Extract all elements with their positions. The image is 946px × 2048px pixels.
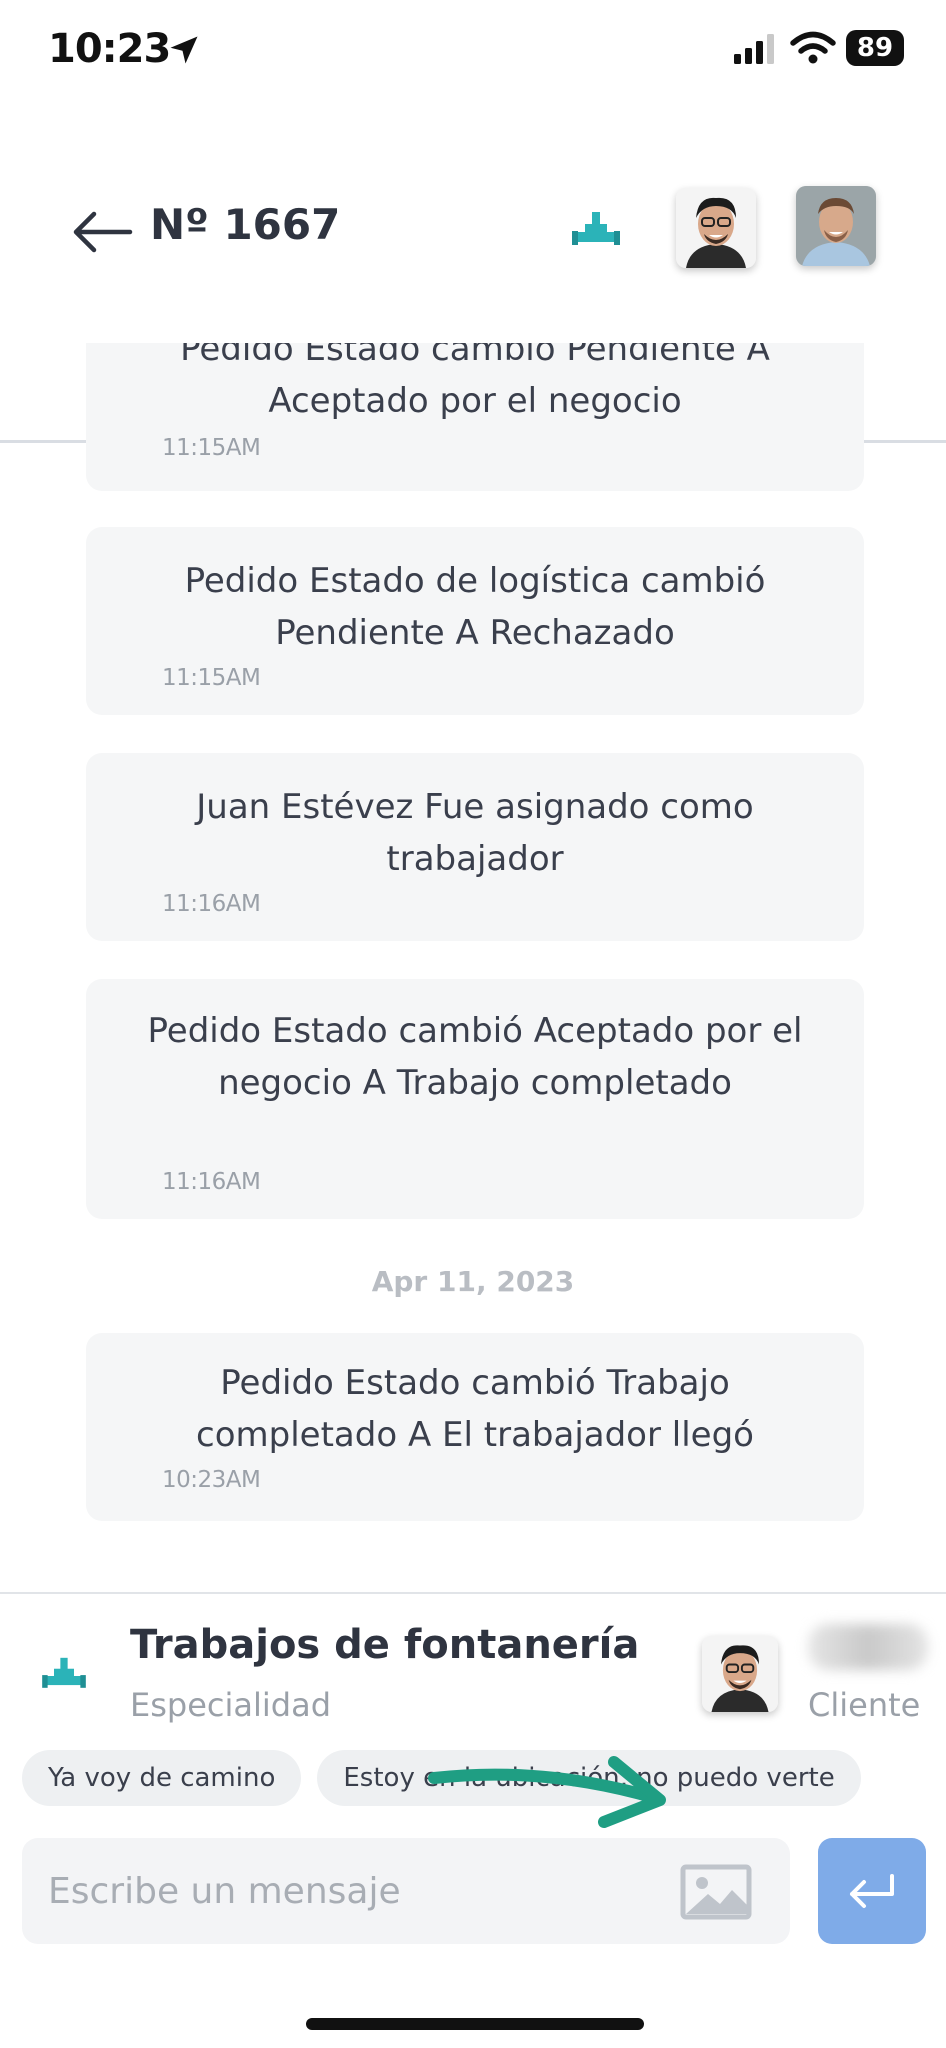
message-text: Pedido Estado cambió Trabajo completado … <box>196 1363 754 1455</box>
message-input[interactable] <box>48 1838 608 1944</box>
send-button[interactable] <box>818 1838 926 1944</box>
quick-reply-chip[interactable]: Ya voy de camino <box>22 1750 302 1806</box>
client-photo <box>796 186 876 266</box>
message-list[interactable]: Pedido Estado cambio Pendiente A Aceptad… <box>0 343 946 1593</box>
system-message: Pedido Estado cambió Trabajo completado … <box>86 1333 864 1521</box>
composer-panel: Trabajos de fontanería Especialidad Clie… <box>0 1592 946 2048</box>
send-enter-icon <box>850 1874 894 1908</box>
message-time: 11:15AM <box>162 665 261 691</box>
client-name-redacted <box>808 1624 928 1670</box>
message-time: 11:16AM <box>162 1169 261 1195</box>
image-attach-icon[interactable] <box>680 1864 752 1920</box>
message-text: Pedido Estado cambio Pendiente A Aceptad… <box>180 343 770 421</box>
location-arrow-icon <box>170 36 198 64</box>
quick-replies-bar[interactable]: Ya voy de camino Estoy en la ubicación, n… <box>22 1750 946 1806</box>
message-text: Juan Estévez Fue asignado como trabajado… <box>196 787 754 879</box>
message-text: Pedido Estado cambió Aceptado por el neg… <box>147 1011 803 1103</box>
quick-reply-chip[interactable]: Estoy en la ubicación, no puedo verte <box>317 1750 861 1806</box>
specialty-label: Especialidad <box>130 1686 331 1724</box>
back-arrow-icon[interactable] <box>70 208 134 256</box>
home-indicator[interactable] <box>306 2018 644 2030</box>
system-message: Pedido Estado de logística cambió Pendie… <box>86 527 864 715</box>
message-text: Pedido Estado de logística cambió Pendie… <box>184 561 766 653</box>
client-label: Cliente <box>808 1686 921 1724</box>
system-message: Pedido Estado cambio Pendiente A Aceptad… <box>86 343 864 491</box>
system-message: Juan Estévez Fue asignado como trabajado… <box>86 753 864 941</box>
message-time: 10:23AM <box>162 1467 261 1493</box>
chat-screen: 10:23 89 Nº 1667 Pedido Estado cambio Pe… <box>0 0 946 2048</box>
plumbing-pipe-icon <box>42 1657 86 1688</box>
message-time: 11:15AM <box>162 435 261 461</box>
battery-indicator: 89 <box>846 30 904 66</box>
order-number-title: Nº 1667 <box>150 200 341 249</box>
chat-header: Nº 1667 <box>0 100 946 443</box>
status-bar: 10:23 89 <box>0 0 946 100</box>
status-time: 10:23 <box>48 26 171 72</box>
cellular-signal-icon <box>734 34 774 64</box>
worker-photo <box>676 188 756 268</box>
client-avatar[interactable] <box>796 186 876 266</box>
system-message: Pedido Estado cambió Aceptado por el neg… <box>86 979 864 1219</box>
worker-avatar[interactable] <box>676 188 756 268</box>
worker-photo <box>702 1636 778 1712</box>
specialty-name: Trabajos de fontanería <box>130 1622 640 1668</box>
date-separator: Apr 11, 2023 <box>371 1265 575 1298</box>
message-time: 11:16AM <box>162 891 261 917</box>
plumbing-pipe-icon <box>572 212 620 245</box>
worker-avatar[interactable] <box>702 1636 778 1712</box>
wifi-icon <box>790 31 836 64</box>
message-input-box[interactable] <box>22 1838 790 1944</box>
